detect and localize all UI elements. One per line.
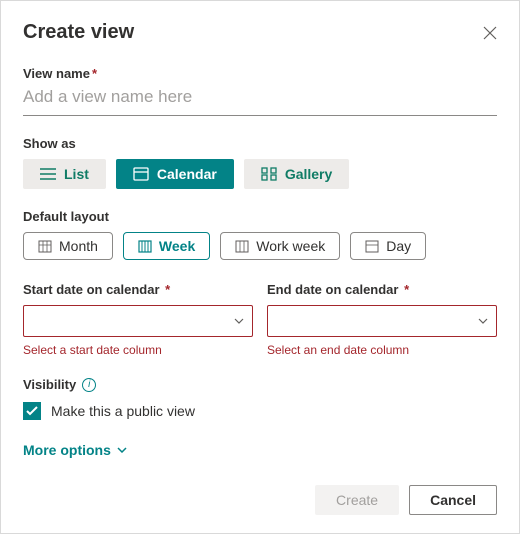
show-as-label: Show as (23, 136, 497, 151)
show-as-list-label: List (64, 166, 89, 182)
calendar-icon (133, 167, 149, 181)
end-date-label: End date on calendar * (267, 282, 497, 297)
visibility-header: Visibility i (23, 377, 497, 392)
info-icon[interactable]: i (82, 378, 96, 392)
view-name-input[interactable] (23, 81, 497, 116)
layout-week-label: Week (159, 238, 195, 254)
more-options-label: More options (23, 442, 111, 458)
dialog-title: Create view (23, 21, 134, 44)
layout-day[interactable]: Day (350, 232, 426, 260)
start-date-select[interactable] (23, 305, 253, 337)
start-date-error: Select a start date column (23, 343, 253, 357)
list-icon (40, 167, 56, 181)
required-star: * (162, 282, 171, 297)
layout-workweek-label: Work week (256, 238, 325, 254)
dialog-header: Create view (23, 21, 497, 44)
show-as-gallery-label: Gallery (285, 166, 332, 182)
required-star: * (92, 66, 97, 81)
visibility-label: Visibility (23, 377, 76, 392)
create-button: Create (315, 485, 399, 515)
end-date-select[interactable] (267, 305, 497, 337)
layout-month[interactable]: Month (23, 232, 113, 260)
end-date-error: Select an end date column (267, 343, 497, 357)
close-icon[interactable] (483, 26, 497, 40)
default-layout-label: Default layout (23, 209, 497, 224)
layout-week[interactable]: Week (123, 232, 210, 260)
end-date-col: End date on calendar * Select an end dat… (267, 282, 497, 357)
start-date-label-text: Start date on calendar (23, 282, 160, 297)
date-fields: Start date on calendar * Select a start … (23, 282, 497, 357)
show-as-calendar-label: Calendar (157, 166, 217, 182)
start-date-label: Start date on calendar * (23, 282, 253, 297)
create-view-dialog: Create view View name* Show as List Cale… (0, 0, 520, 534)
chevron-down-icon (234, 318, 244, 324)
more-options-toggle[interactable]: More options (23, 442, 497, 458)
workweek-icon (235, 239, 249, 253)
gallery-icon (261, 167, 277, 181)
day-icon (365, 239, 379, 253)
show-as-list[interactable]: List (23, 159, 106, 189)
chevron-down-icon (117, 447, 127, 453)
end-date-label-text: End date on calendar (267, 282, 398, 297)
layout-workweek[interactable]: Work week (220, 232, 340, 260)
show-as-gallery[interactable]: Gallery (244, 159, 349, 189)
public-view-row: Make this a public view (23, 402, 497, 420)
show-as-calendar[interactable]: Calendar (116, 159, 234, 189)
public-checkbox-label: Make this a public view (51, 403, 195, 419)
view-name-label: View name* (23, 66, 497, 81)
cancel-button[interactable]: Cancel (409, 485, 497, 515)
layout-day-label: Day (386, 238, 411, 254)
layout-month-label: Month (59, 238, 98, 254)
public-checkbox[interactable] (23, 402, 41, 420)
required-star: * (400, 282, 409, 297)
start-date-col: Start date on calendar * Select a start … (23, 282, 253, 357)
dialog-footer: Create Cancel (315, 485, 497, 515)
week-icon (138, 239, 152, 253)
view-name-label-text: View name (23, 66, 90, 81)
chevron-down-icon (478, 318, 488, 324)
show-as-group: List Calendar Gallery (23, 159, 497, 189)
month-icon (38, 239, 52, 253)
layout-group: Month Week Work week Day (23, 232, 497, 260)
